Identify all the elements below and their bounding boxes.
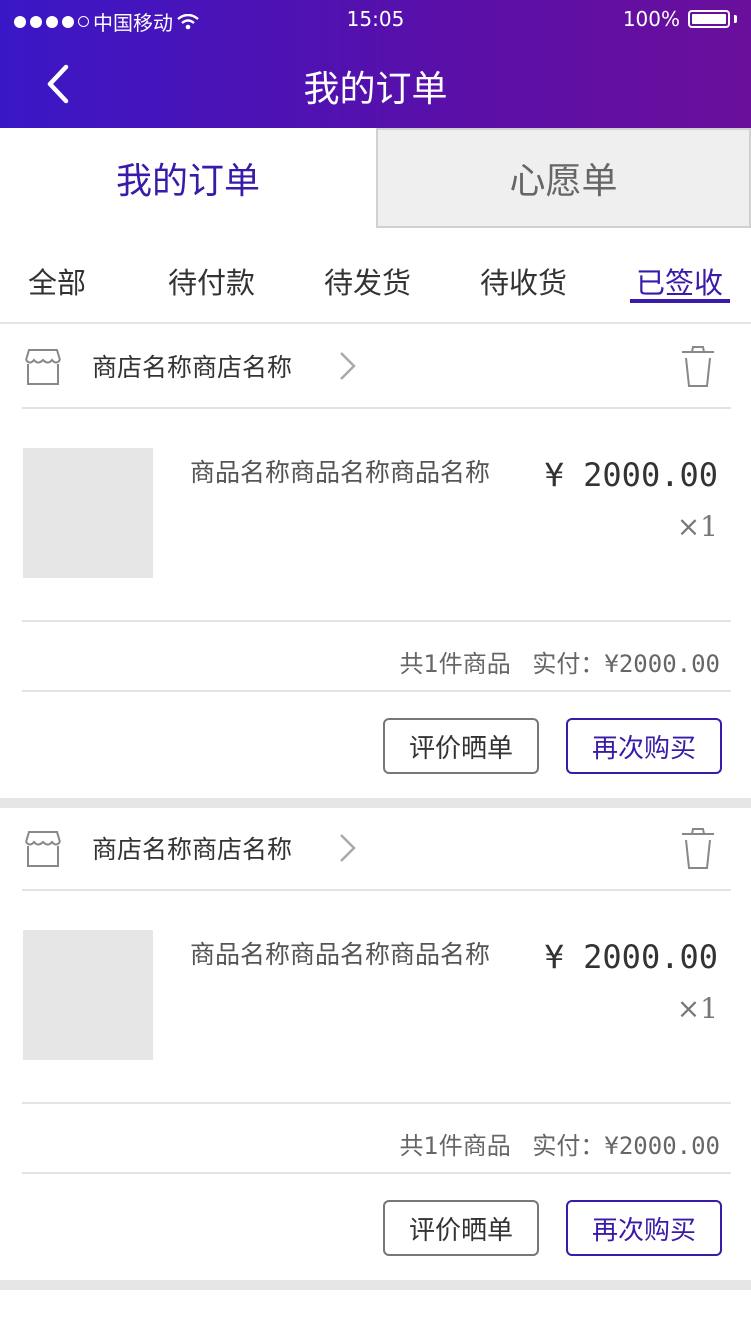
review-button[interactable]: 评价晒单	[383, 1200, 539, 1256]
product-name[interactable]: 商品名称商品名称商品名称	[190, 456, 510, 490]
top-tabs: 我的订单 心愿单	[0, 128, 751, 228]
chevron-right-icon[interactable]	[336, 348, 360, 384]
review-button[interactable]: 评价晒单	[383, 718, 539, 774]
paid-label: 实付：	[532, 1132, 605, 1160]
divider	[22, 690, 731, 692]
order-summary: 共1件商品 实付：¥2000.00	[399, 644, 720, 679]
filter-pending-receipt[interactable]: 待收货	[480, 260, 567, 302]
product-price: ¥ 2000.00	[544, 456, 718, 494]
product-quantity: ×1	[676, 992, 718, 1025]
card-gap	[0, 1280, 751, 1290]
filter-all[interactable]: 全部	[28, 260, 86, 302]
product-image[interactable]	[23, 930, 153, 1060]
order-card: 商店名称商店名称 商品名称商品名称商品名称 ¥ 2000.00 ×1 共1件商品…	[0, 324, 751, 798]
battery-icon	[688, 10, 730, 28]
page-title: 我的订单	[303, 69, 448, 110]
shop-name[interactable]: 商店名称商店名称	[92, 348, 292, 384]
divider	[22, 620, 731, 622]
paid-amount: ¥2000.00	[604, 1132, 720, 1160]
product-image[interactable]	[23, 448, 153, 578]
item-count: 共1件商品	[399, 1132, 511, 1160]
divider	[22, 889, 731, 891]
chevron-right-icon[interactable]	[336, 830, 360, 866]
trash-icon[interactable]	[676, 826, 720, 872]
shop-header: 商店名称商店名称	[0, 806, 751, 892]
filter-pending-payment[interactable]: 待付款	[168, 260, 255, 302]
order-summary: 共1件商品 实付：¥2000.00	[399, 1126, 720, 1161]
rebuy-button[interactable]: 再次购买	[566, 1200, 722, 1256]
app-header: 中国移动 15:05 100% 我的订单	[0, 0, 751, 128]
battery-percent: 100%	[622, 7, 680, 31]
shop-icon	[25, 831, 61, 867]
rebuy-button[interactable]: 再次购买	[566, 718, 722, 774]
filter-pending-shipment[interactable]: 待发货	[324, 260, 411, 302]
divider	[22, 1102, 731, 1104]
divider	[22, 407, 731, 409]
item-count: 共1件商品	[399, 650, 511, 678]
battery-tip-icon	[734, 15, 737, 23]
shop-name[interactable]: 商店名称商店名称	[92, 830, 292, 866]
order-card: 商店名称商店名称 商品名称商品名称商品名称 ¥ 2000.00 ×1 共1件商品…	[0, 806, 751, 1280]
shop-header: 商店名称商店名称	[0, 324, 751, 410]
product-name[interactable]: 商品名称商品名称商品名称	[190, 938, 510, 972]
filter-signed[interactable]: 已签收	[636, 260, 723, 302]
product-quantity: ×1	[676, 510, 718, 543]
active-filter-underline	[630, 299, 730, 303]
status-filter-bar: 全部 待付款 待发货 待收货 已签收	[0, 248, 751, 318]
trash-icon[interactable]	[676, 344, 720, 390]
battery-area: 100%	[623, 7, 737, 31]
status-bar: 中国移动 15:05 100%	[0, 0, 751, 40]
tab-wishlist[interactable]: 心愿单	[376, 128, 751, 228]
shop-icon	[25, 349, 61, 385]
tab-my-orders[interactable]: 我的订单	[0, 128, 376, 228]
paid-amount: ¥2000.00	[604, 650, 720, 678]
product-price: ¥ 2000.00	[544, 938, 718, 976]
paid-label: 实付：	[532, 650, 605, 678]
divider	[22, 1172, 731, 1174]
